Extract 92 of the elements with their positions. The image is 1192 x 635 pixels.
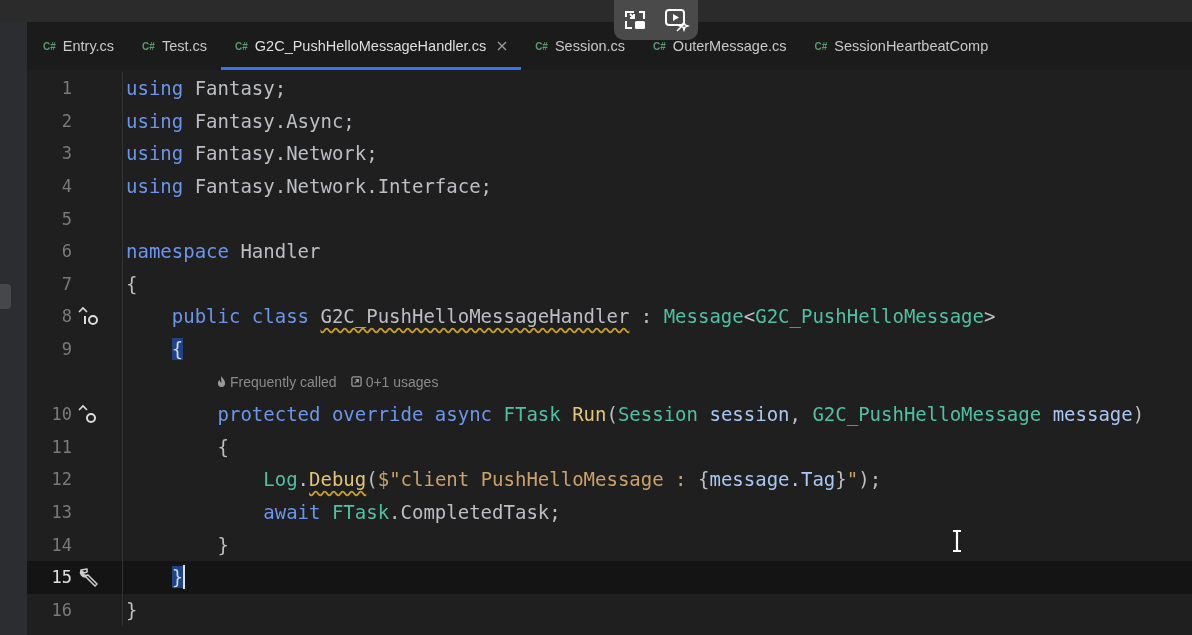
code-text: , — [789, 403, 802, 426]
line-number: 1 — [60, 78, 72, 99]
code-text: .CompletedTask; — [389, 501, 561, 523]
code-text: Fantasy.Network; — [193, 142, 378, 165]
inlay-hint[interactable]: Frequently called — [230, 373, 337, 390]
usages-icon — [350, 376, 362, 388]
keyword: namespace — [126, 240, 229, 263]
line-number: 13 — [50, 502, 72, 522]
code-text: > — [983, 305, 996, 328]
keyword: using — [126, 175, 184, 198]
string-literal: " — [846, 468, 859, 491]
line-number: 12 — [50, 469, 72, 490]
line-number: 15 — [50, 567, 72, 588]
picture-in-picture-icon[interactable] — [622, 8, 647, 32]
keyword: using — [126, 109, 184, 132]
line-number: 10 — [50, 404, 72, 425]
flame-icon — [217, 376, 226, 388]
type-name: Session — [617, 403, 699, 426]
code-text: ( — [366, 468, 378, 491]
code-text: Handler — [239, 240, 321, 263]
implemented-up-icon[interactable] — [77, 306, 101, 327]
string-literal: $"client PushHelloMessage : — [377, 468, 688, 491]
line-number: 7 — [60, 273, 72, 294]
type-name: FTask — [331, 501, 390, 523]
keyword: protected override async — [216, 403, 494, 426]
line-number: 2 — [60, 110, 72, 131]
type-name: Log — [262, 468, 298, 491]
file-tab[interactable]: C# OuterMessage.cs — [639, 22, 801, 70]
code-text: ) — [1132, 403, 1145, 426]
csharp-file-icon: C# — [535, 40, 548, 52]
type-name: Message — [663, 305, 744, 328]
code-text: ( — [606, 403, 618, 426]
tab-label: Entry.cs — [62, 38, 115, 54]
code-text: { — [216, 435, 229, 458]
tab-label: SessionHeartbeatComp — [834, 38, 989, 54]
keyword: using — [126, 77, 184, 100]
class-name: G2C_PushHelloMessageHandler — [320, 305, 630, 328]
code-text: Fantasy.Network.Interface; — [193, 175, 493, 198]
scroll-thumb[interactable] — [0, 284, 11, 309]
file-tab[interactable]: C# Session.cs — [521, 22, 640, 70]
parameter-name: message.Tag — [709, 468, 836, 491]
brace: { — [171, 338, 184, 361]
keyword: public class — [170, 305, 311, 328]
code-text: Fantasy; — [193, 77, 287, 100]
code-text: } — [835, 468, 847, 491]
csharp-file-icon: C# — [235, 40, 248, 52]
type-name: G2C_PushHelloMessage — [755, 305, 984, 328]
tab-label: Test.cs — [161, 38, 207, 54]
code-text: Fantasy.Async; — [193, 109, 355, 132]
code-text: . — [297, 468, 310, 491]
brace: } — [171, 566, 184, 589]
code-text: { — [698, 468, 710, 491]
line-number: 8 — [60, 306, 72, 327]
file-tab[interactable]: C# G2C_PushHelloMessageHandler.cs — [221, 22, 522, 70]
code-text: { — [126, 272, 138, 295]
method-name: Run — [572, 403, 607, 426]
code-text: < — [743, 305, 756, 328]
code-text: } — [216, 533, 229, 556]
code-text: ); — [858, 468, 882, 491]
keyword: await — [262, 501, 322, 523]
line-number: 11 — [50, 436, 72, 457]
type-name: FTask — [503, 403, 562, 426]
close-icon[interactable] — [497, 41, 508, 51]
line-number: 14 — [50, 534, 72, 555]
keyword: using — [126, 142, 184, 165]
tab-label: Session.cs — [554, 38, 626, 54]
csharp-file-icon: C# — [142, 40, 155, 52]
parameter-name: message — [1052, 403, 1133, 426]
text-cursor-icon — [952, 530, 962, 552]
wrench-icon[interactable] — [78, 566, 100, 589]
text-caret — [183, 565, 186, 590]
file-tab[interactable]: C# Test.cs — [128, 22, 221, 70]
tab-label: G2C_PushHelloMessageHandler.cs — [254, 38, 487, 54]
code-text: : — [639, 305, 654, 328]
csharp-file-icon: C# — [814, 40, 828, 52]
file-tab[interactable]: C# Entry.cs — [27, 22, 129, 70]
tab-label: OuterMessage.cs — [672, 38, 787, 54]
inlay-hint[interactable]: 0+1 usages — [365, 373, 439, 390]
csharp-file-icon: C# — [43, 40, 56, 52]
line-number: 4 — [60, 176, 72, 197]
code-text: } — [126, 598, 138, 621]
line-number: 16 — [50, 599, 72, 620]
line-number: 3 — [60, 143, 72, 164]
line-number: 9 — [60, 339, 72, 360]
type-name: G2C_PushHelloMessage — [812, 403, 1043, 426]
method-name: Debug — [309, 468, 367, 491]
csharp-file-icon: C# — [653, 40, 666, 52]
video-sparkle-icon[interactable] — [663, 7, 690, 33]
line-number: 6 — [60, 241, 72, 262]
file-tab[interactable]: C# SessionHeartbeatComp — [800, 22, 1003, 70]
line-number: 5 — [60, 208, 72, 229]
parameter-name: session — [709, 403, 790, 426]
